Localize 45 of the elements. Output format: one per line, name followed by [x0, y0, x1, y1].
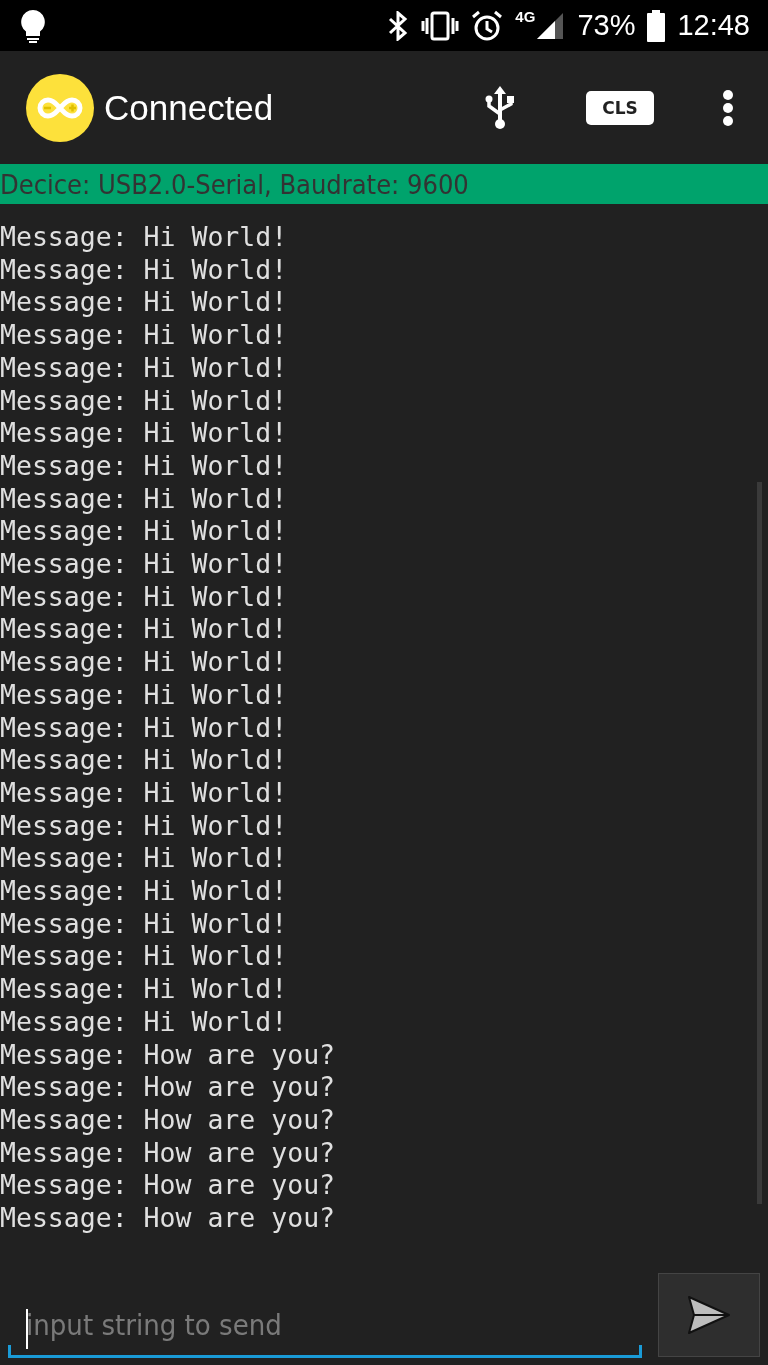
log-line: Message: How are you?: [0, 1071, 337, 1104]
log-line: Message: Hi World!: [0, 417, 289, 450]
log-line: Message: How are you?: [0, 1104, 337, 1137]
log-line: Message: Hi World!: [0, 221, 289, 254]
alarm-icon: [471, 9, 504, 42]
log-line: Message: Hi World!: [0, 253, 289, 287]
log-line: Message: Hi World!: [0, 842, 289, 876]
log-line: Message: Hi World!: [0, 646, 289, 679]
log-line: Message: Hi World!: [0, 711, 289, 745]
log-line: Message: Hi World!: [0, 1005, 289, 1039]
log-line: Message: Hi World!: [0, 973, 289, 1006]
log-line: Message: Hi World!: [0, 776, 289, 810]
log-line: Message: Hi World!: [0, 548, 289, 581]
send-button[interactable]: [658, 1273, 760, 1357]
app-title: Connected: [104, 87, 274, 128]
log-line: Message: Hi World!: [0, 286, 289, 320]
log-line: Message: Hi World!: [0, 875, 289, 908]
log-line: Message: Hi World!: [0, 809, 289, 843]
log-line: Message: Hi World!: [0, 319, 289, 352]
log-line: Message: Hi World!: [0, 907, 289, 941]
log-line: Message: Hi World!: [0, 449, 289, 483]
log-line: Message: Hi World!: [0, 384, 289, 418]
log-line: Message: Hi World!: [0, 580, 289, 614]
log-line: Message: How are you?: [0, 1038, 337, 1072]
log-line: Message: How are you?: [0, 1202, 337, 1235]
log-line: Message: Hi World!: [0, 940, 289, 974]
battery-icon: [647, 9, 666, 42]
log-line: Message: Hi World!: [0, 482, 289, 516]
log-line: Message: Hi World!: [0, 351, 289, 385]
log-line: Message: Hi World!: [0, 678, 289, 712]
clear-button[interactable]: CLS: [586, 90, 654, 125]
infinity-logo-icon: [26, 73, 94, 142]
network-type-label: 4G: [515, 8, 536, 25]
log-line: Message: How are you?: [0, 1136, 337, 1170]
lightbulb-icon: [20, 8, 46, 43]
log-line: Message: Hi World!: [0, 744, 289, 777]
bluetooth-icon: [387, 10, 410, 41]
log-line: Message: Hi World!: [0, 613, 289, 647]
battery-percentage: 73%: [577, 9, 636, 42]
log-line: Message: Hi World!: [0, 515, 289, 549]
send-icon: [687, 1295, 731, 1335]
clock-time: 12:48: [677, 9, 750, 42]
log-line: Message: How are you?: [0, 1169, 337, 1203]
device-info-text: Decice: USB2.0-Serial, Baudrate: 9600: [0, 168, 469, 200]
vibrate-icon: [421, 10, 460, 41]
